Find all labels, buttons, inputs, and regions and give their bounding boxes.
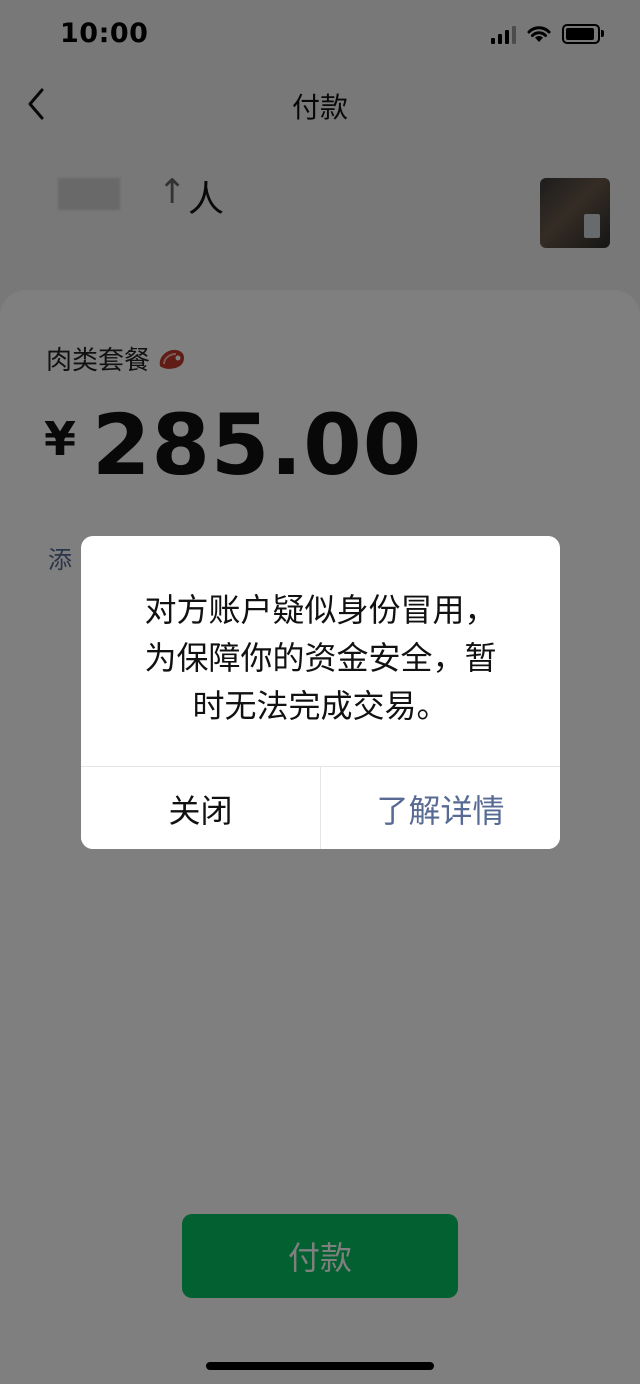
close-button[interactable]: 关闭 xyxy=(81,767,321,849)
learn-more-button[interactable]: 了解详情 xyxy=(321,767,560,849)
dialog-actions: 关闭 了解详情 xyxy=(81,766,560,849)
dialog-message-line: 对方账户疑似身份冒用， xyxy=(144,591,497,629)
dialog-message-line: 为保障你的资金安全，暂 xyxy=(144,639,497,677)
dialog-message: 对方账户疑似身份冒用， 为保障你的资金安全，暂 时无法完成交易。 xyxy=(101,586,540,730)
alert-dialog: 对方账户疑似身份冒用， 为保障你的资金安全，暂 时无法完成交易。 关闭 了解详情 xyxy=(81,536,560,849)
dialog-message-line: 时无法完成交易。 xyxy=(192,687,449,725)
